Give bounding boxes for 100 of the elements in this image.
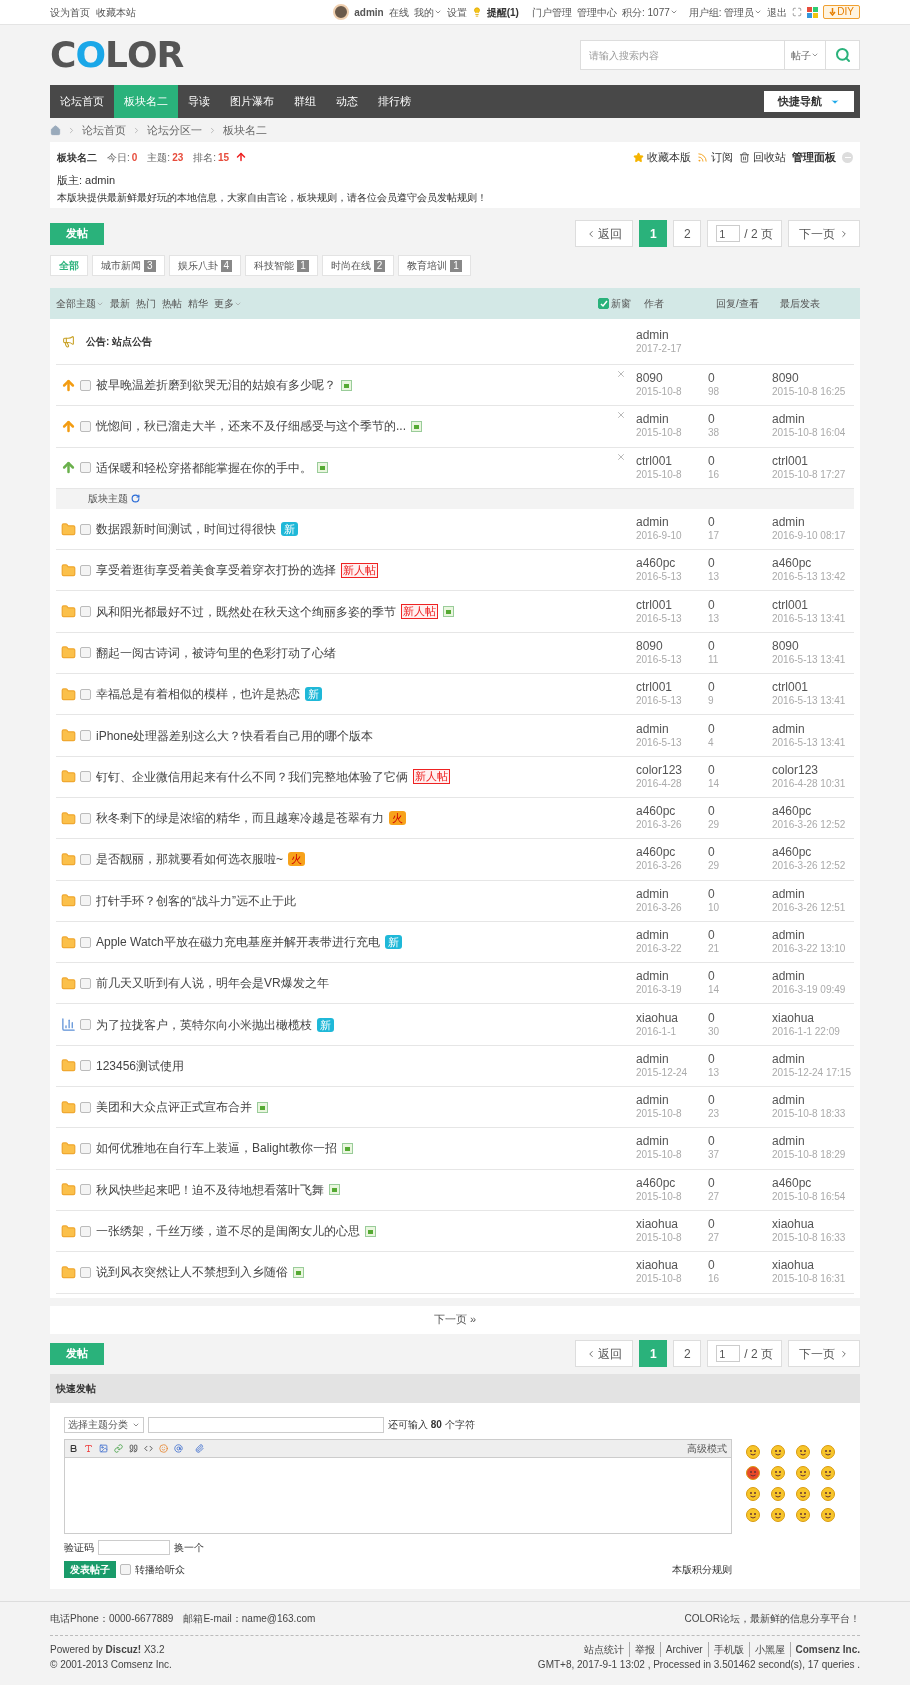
search-scope-select[interactable]: 帖子 xyxy=(785,40,826,70)
last-poster[interactable]: admin xyxy=(772,1052,854,1066)
breadcrumb-link[interactable]: 论坛首页 xyxy=(82,121,126,139)
thread-title[interactable]: 数据跟新时间测试，时间过得很快 xyxy=(96,520,276,539)
thread-checkbox[interactable] xyxy=(80,647,91,659)
next-page-link[interactable]: 下一页 » xyxy=(50,1305,860,1334)
breadcrumb-link[interactable]: 板块名二 xyxy=(223,121,267,139)
rules-link[interactable]: 本版积分规则 xyxy=(672,1562,732,1578)
nav-tab[interactable]: 论坛首页 xyxy=(50,85,114,118)
footer-link[interactable]: 手机版 xyxy=(707,1641,749,1657)
thread-title[interactable]: 是否靓丽，那就要看如何选衣服啦~ xyxy=(96,850,283,869)
category-filter[interactable]: 时尚在线 2 xyxy=(321,255,395,276)
forum-action-link[interactable]: 回收站 xyxy=(739,149,786,166)
author-name[interactable]: a460pc xyxy=(636,557,708,571)
category-filter[interactable]: 城市新闻 3 xyxy=(92,255,165,276)
smiley-icon[interactable] xyxy=(821,1444,835,1459)
thread-checkbox[interactable] xyxy=(80,853,91,865)
thread-checkbox[interactable] xyxy=(80,1266,91,1278)
forum-action-link[interactable]: 订阅 xyxy=(697,149,733,166)
last-poster[interactable]: color123 xyxy=(772,763,854,777)
nav-tab[interactable]: 群组 xyxy=(284,85,326,118)
smiley-icon[interactable] xyxy=(821,1465,835,1480)
subject-field[interactable] xyxy=(148,1416,384,1433)
thread-checkbox[interactable] xyxy=(80,812,91,824)
smiley-icon[interactable] xyxy=(746,1507,760,1522)
thread-checkbox[interactable] xyxy=(80,1101,91,1113)
at-icon[interactable] xyxy=(174,1443,183,1453)
author-name[interactable]: a460pc xyxy=(636,1176,708,1190)
collapse-icon[interactable] xyxy=(842,151,853,163)
thread-checkbox[interactable] xyxy=(80,462,91,474)
sort-tab[interactable]: 精华 xyxy=(188,296,208,311)
back-button[interactable]: 返回 xyxy=(575,1340,634,1368)
author-name[interactable]: 8090 xyxy=(636,639,708,653)
thread-title[interactable]: 被早晚温差折磨到欲哭无泪的姑娘有多少呢？ xyxy=(96,376,336,395)
color-grid-icon[interactable] xyxy=(807,6,819,18)
refresh-icon[interactable] xyxy=(131,494,140,504)
nav-tab[interactable]: 动态 xyxy=(326,85,368,118)
category-filter[interactable]: 教育培训 1 xyxy=(398,255,471,276)
last-poster[interactable]: admin xyxy=(772,1135,854,1149)
thread-checkbox[interactable] xyxy=(80,1225,91,1237)
sort-tab[interactable]: 热门 xyxy=(136,296,156,311)
author-name[interactable]: ctrl001 xyxy=(636,681,708,695)
sort-tab[interactable]: 全部主题 xyxy=(56,296,104,311)
author-name[interactable]: admin xyxy=(636,1094,708,1108)
breadcrumb-link[interactable]: 论坛分区一 xyxy=(147,121,202,139)
last-poster[interactable]: admin xyxy=(772,516,854,530)
page-input[interactable]: 1 xyxy=(716,225,741,242)
link-icon[interactable] xyxy=(114,1443,123,1453)
author-name[interactable]: a460pc xyxy=(636,805,708,819)
thread-checkbox[interactable] xyxy=(80,523,91,535)
author-name[interactable]: admin xyxy=(636,1052,708,1066)
thread-title[interactable]: iPhone处理器差别这么大？快看看自己用的哪个版本 xyxy=(96,726,374,745)
smiley-icon[interactable] xyxy=(796,1507,810,1522)
advanced-mode-link[interactable]: 高级模式 xyxy=(687,1440,727,1456)
nav-tab[interactable]: 排行榜 xyxy=(368,85,421,118)
admin-link[interactable]: 管理中心 xyxy=(576,4,617,20)
user-group-link[interactable]: 用户组: 管理员 xyxy=(688,4,763,20)
thread-checkbox[interactable] xyxy=(80,977,91,989)
code-icon[interactable] xyxy=(144,1443,153,1453)
thread-checkbox[interactable] xyxy=(80,1019,91,1031)
thread-title[interactable]: 适保暖和轻松穿搭都能掌握在你的手中。 xyxy=(96,458,312,477)
nav-tab[interactable]: 图片瀑布 xyxy=(220,85,284,118)
footer-link[interactable]: 站点统计 xyxy=(578,1641,629,1657)
smiley-icon[interactable] xyxy=(746,1486,760,1501)
thread-title[interactable]: Apple Watch平放在磁力充电基座并解开表带进行充电 xyxy=(96,933,380,951)
thread-title[interactable]: 说到风衣突然让人不禁想到入乡随俗 xyxy=(96,1263,288,1282)
image-icon[interactable] xyxy=(99,1443,108,1453)
thread-checkbox[interactable] xyxy=(80,730,91,741)
nav-tab[interactable]: 导读 xyxy=(178,85,220,118)
footer-link[interactable]: 举报 xyxy=(628,1641,660,1657)
footer-link[interactable]: 小黑屋 xyxy=(748,1641,790,1657)
thread-title[interactable]: 恍惚间，秋已溜走大半，还来不及仔细感受与这个季节的... xyxy=(96,417,406,436)
smiley-icon[interactable] xyxy=(821,1486,835,1501)
admin-link[interactable]: 门户管理 xyxy=(531,4,572,20)
last-poster[interactable]: 8090 xyxy=(772,372,854,386)
thread-checkbox[interactable] xyxy=(80,688,91,700)
close-icon[interactable] xyxy=(616,451,626,462)
user-menu-link[interactable]: 我的 xyxy=(413,4,442,20)
thread-title[interactable]: 一张绣架，千丝万缕，道不尽的是闺阁女儿的心思 xyxy=(96,1222,360,1241)
smiley-icon[interactable] xyxy=(746,1465,760,1480)
page-input[interactable]: 1 xyxy=(716,1345,741,1363)
thread-title[interactable]: 秋冬剩下的绿是浓缩的精华，而且越寒冷越是苍翠有力 xyxy=(96,809,384,828)
thread-title[interactable]: 123456测试使用 xyxy=(96,1056,185,1075)
last-poster[interactable]: a460pc xyxy=(772,1176,854,1190)
author-name[interactable]: ctrl001 xyxy=(636,598,708,612)
thread-checkbox[interactable] xyxy=(80,895,91,907)
author-name[interactable]: admin xyxy=(636,516,708,530)
smiley-icon[interactable] xyxy=(821,1507,835,1522)
last-poster[interactable]: 8090 xyxy=(772,639,854,653)
quote-icon[interactable] xyxy=(129,1443,138,1453)
new-window-checkbox[interactable] xyxy=(598,298,609,309)
thread-checkbox[interactable] xyxy=(80,1143,91,1154)
captcha-field[interactable] xyxy=(98,1539,170,1555)
last-poster[interactable]: ctrl001 xyxy=(772,454,854,468)
points-link[interactable]: 积分: 1077 xyxy=(621,4,678,20)
category-filter[interactable]: 娱乐八卦 4 xyxy=(168,255,242,276)
search-field[interactable]: 请输入搜索内容 xyxy=(580,40,785,70)
thread-title[interactable]: 美团和大众点评正式宣布合并 xyxy=(96,1098,252,1117)
author-name[interactable]: 8090 xyxy=(636,372,708,386)
logout-link[interactable]: 退出 xyxy=(767,4,788,20)
